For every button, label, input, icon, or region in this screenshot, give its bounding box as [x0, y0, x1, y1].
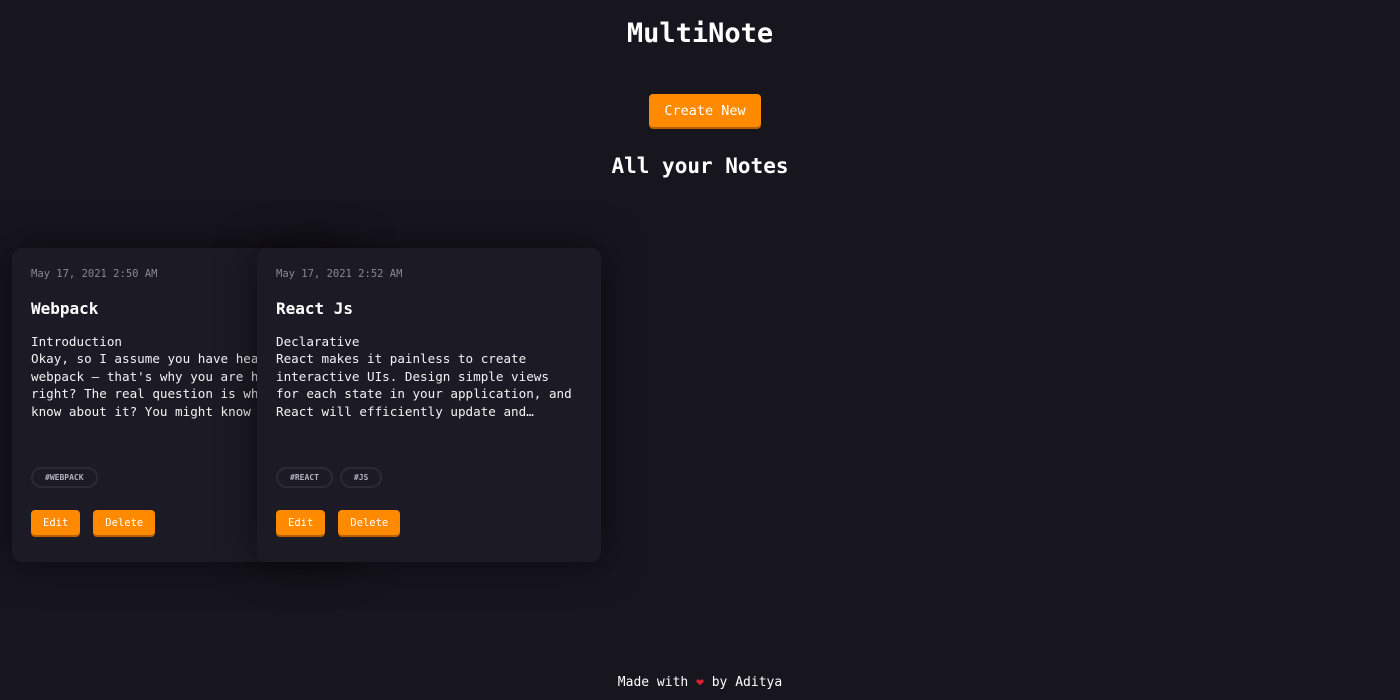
delete-button[interactable]: Delete: [338, 510, 401, 535]
note-title: Webpack: [31, 299, 99, 318]
heart-icon: ❤: [696, 675, 704, 690]
edit-button[interactable]: Edit: [276, 510, 326, 535]
section-title: All your Notes: [611, 154, 789, 178]
footer-suffix: by Aditya: [711, 675, 783, 690]
note-date: May 17, 2021 2:52 AM: [276, 268, 403, 280]
delete-button[interactable]: Delete: [93, 510, 156, 535]
note-date: May 17, 2021 2:50 AM: [31, 268, 158, 280]
note-actions: Edit Delete: [276, 510, 401, 535]
edit-button[interactable]: Edit: [31, 510, 81, 535]
note-tags: #REACT #JS: [276, 467, 383, 488]
tag-badge[interactable]: #WEBPACK: [31, 467, 98, 488]
tag-badge[interactable]: #REACT: [276, 467, 333, 488]
create-new-button[interactable]: Create New: [649, 94, 761, 127]
footer: Made with ❤ by Aditya: [0, 675, 1400, 690]
footer-prefix: Made with: [617, 675, 689, 690]
note-tags: #WEBPACK: [31, 467, 98, 488]
note-title: React Js: [276, 299, 354, 318]
note-body: Declarative React makes it painless to c…: [276, 334, 572, 419]
app-title: MultiNote: [626, 18, 774, 49]
note-actions: Edit Delete: [31, 510, 156, 535]
tag-badge[interactable]: #JS: [339, 467, 383, 488]
note-card: May 17, 2021 2:52 AM React Js Declarativ…: [257, 248, 601, 562]
